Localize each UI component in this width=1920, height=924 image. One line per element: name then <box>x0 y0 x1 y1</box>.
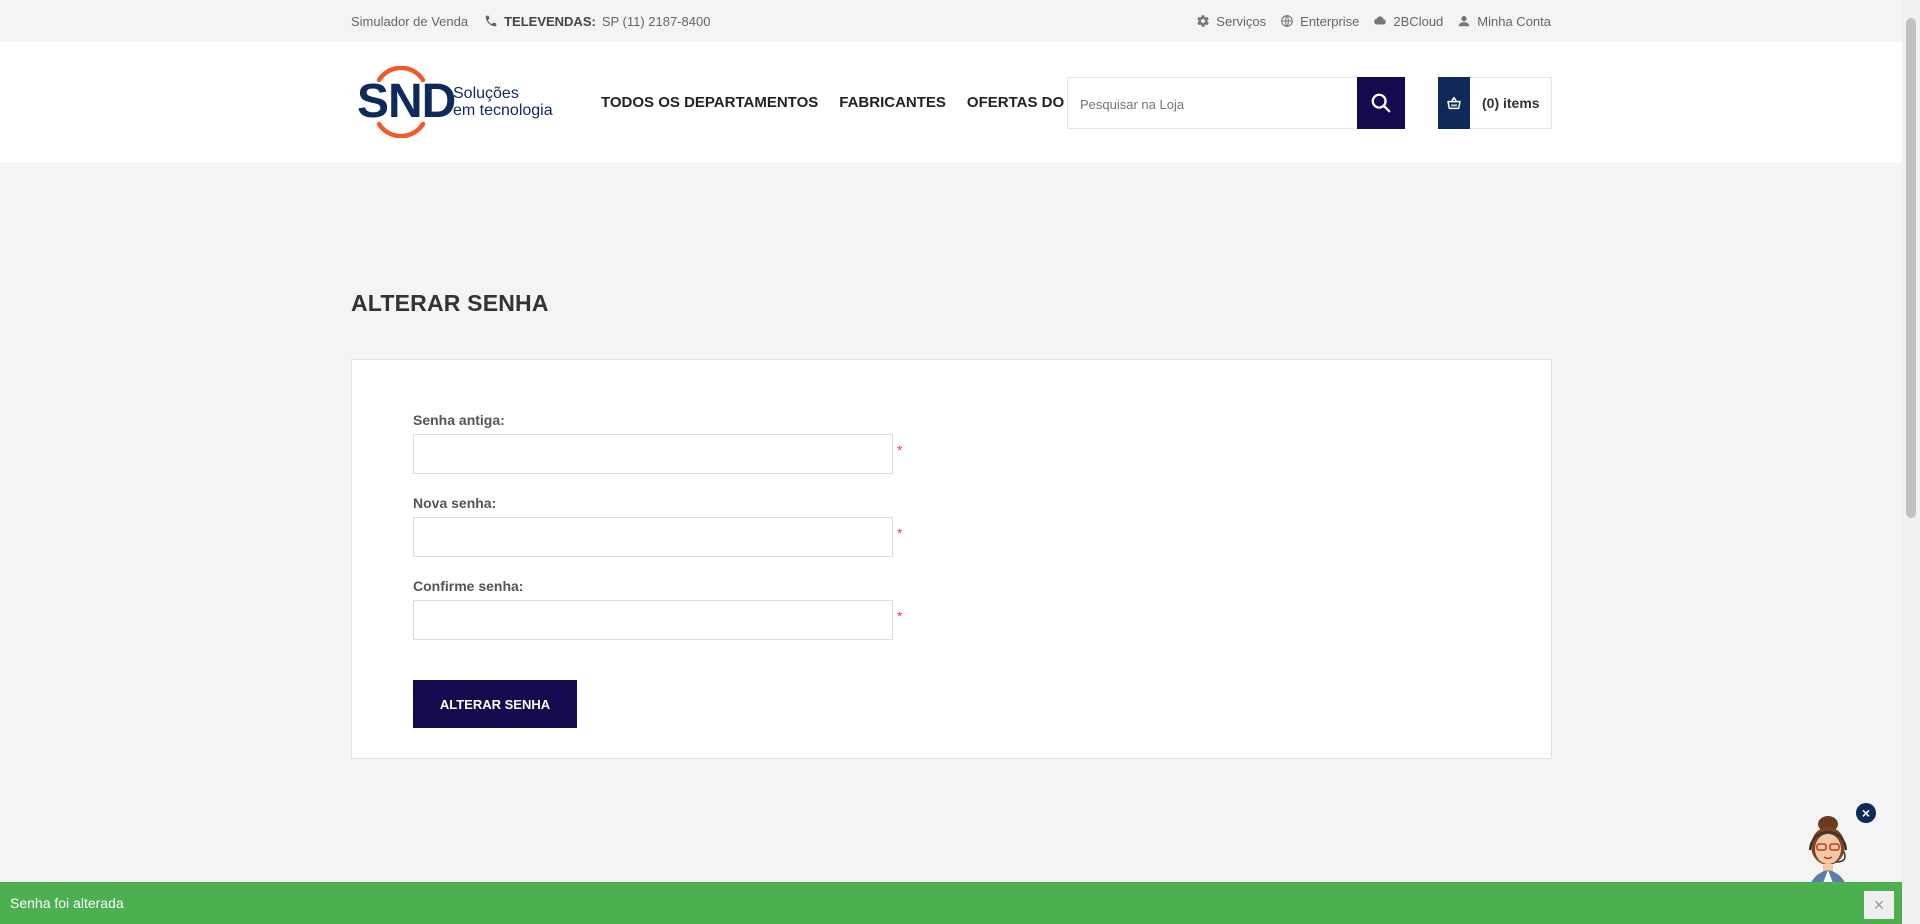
basket-icon <box>1447 96 1461 109</box>
simulator-link[interactable]: Simulador de Venda <box>351 14 468 29</box>
required-marker: * <box>897 608 903 624</box>
televendas-label: TELEVENDAS: <box>504 13 596 29</box>
search-button[interactable] <box>1357 77 1405 129</box>
notification-message: Senha foi alterada <box>10 895 124 911</box>
success-notification: Senha foi alterada × <box>0 882 1902 924</box>
site-header: SND Soluções em tecnologia TODOS OS DEPA… <box>0 42 1902 163</box>
snd-logo[interactable]: SND Soluções em tecnologia <box>357 66 557 138</box>
services-link[interactable]: Serviços <box>1196 14 1266 29</box>
search-box <box>1067 77 1405 130</box>
search-icon <box>1371 93 1391 113</box>
confirm-password-field: Confirme senha: * <box>413 578 902 640</box>
old-password-input[interactable] <box>413 434 893 474</box>
close-icon: × <box>1873 894 1885 915</box>
televendas: TELEVENDAS: SP (11) 2187-8400 <box>484 14 710 29</box>
my-account-label: Minha Conta <box>1477 13 1551 29</box>
gear-icon <box>1197 15 1210 27</box>
cart-count: (0) items <box>1482 95 1540 111</box>
new-password-input[interactable] <box>413 517 893 557</box>
nav-manufacturers[interactable]: FABRICANTES <box>839 94 946 111</box>
page-scrollbar[interactable] <box>1902 0 1920 924</box>
logo-tagline: Soluções em tecnologia <box>453 85 553 119</box>
logo-tagline-line2: em tecnologia <box>453 102 553 119</box>
2bcloud-label: 2BCloud <box>1393 13 1444 29</box>
top-bar: Simulador de Venda TELEVENDAS: SP (11) 2… <box>0 0 1902 42</box>
logo-tagline-line1: Soluções <box>453 85 519 102</box>
search-input[interactable] <box>1068 78 1342 130</box>
confirm-password-label: Confirme senha: <box>413 578 524 594</box>
new-password-field: Nova senha: * <box>413 495 902 557</box>
chat-close-button[interactable]: × <box>1856 803 1876 823</box>
nav-all-departments[interactable]: TODOS OS DEPARTAMENTOS <box>601 94 818 111</box>
2bcloud-link[interactable]: 2BCloud <box>1373 14 1443 29</box>
my-account-link[interactable]: Minha Conta <box>1457 14 1551 29</box>
old-password-label: Senha antiga: <box>413 412 505 428</box>
user-icon <box>1459 16 1470 27</box>
confirm-password-input[interactable] <box>413 600 893 640</box>
notification-close-button[interactable]: × <box>1864 891 1894 919</box>
scrollbar-thumb[interactable] <box>1906 18 1916 518</box>
required-marker: * <box>897 525 903 541</box>
old-password-field: Senha antiga: * <box>413 412 902 474</box>
globe-icon <box>1281 15 1293 27</box>
cloud-icon <box>1374 16 1387 25</box>
enterprise-link[interactable]: Enterprise <box>1280 14 1359 29</box>
services-label: Serviços <box>1216 13 1267 29</box>
logo-text: SND <box>357 75 456 128</box>
televendas-phone: SP (11) 2187-8400 <box>601 13 711 29</box>
enterprise-label: Enterprise <box>1300 13 1360 29</box>
main-nav: TODOS OS DEPARTAMENTOS FABRICANTES OFERT… <box>601 42 1094 163</box>
cart-icon-box <box>1438 76 1470 129</box>
cart-button[interactable]: (0) items <box>1438 76 1552 129</box>
new-password-label: Nova senha: <box>413 495 497 511</box>
required-marker: * <box>897 442 903 458</box>
change-password-button[interactable]: ALTERAR SENHA <box>413 680 577 728</box>
phone-icon <box>485 15 497 27</box>
page-title: ALTERAR SENHA <box>351 290 549 316</box>
change-password-form: Senha antiga: * Nova senha: * Confirme s… <box>351 359 1552 759</box>
close-icon: × <box>1861 805 1871 821</box>
